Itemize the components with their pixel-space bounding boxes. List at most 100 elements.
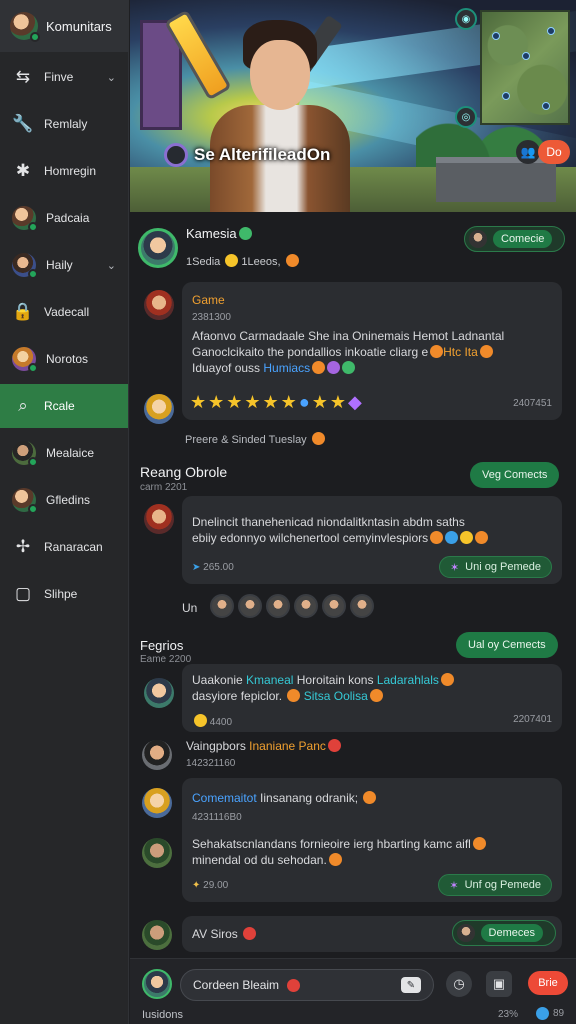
chat-feed: Kamesia 1Sedia 1Leeos, Comecie Game 2381… xyxy=(130,212,576,958)
last-avatar[interactable] xyxy=(142,920,172,950)
last-pill[interactable]: Demeces xyxy=(451,920,556,946)
nested-line1: Sehakatscnlandans fornieoire ierg hbarti… xyxy=(192,836,486,853)
game-card-line2: Ganoclcikaito the pondallios inkoatie cl… xyxy=(192,344,493,361)
post-card: Uaakonie Kmaneal Horoitain kons Ladarahl… xyxy=(182,664,562,732)
people-icon[interactable]: 👥 xyxy=(516,140,540,164)
user-avatar[interactable] xyxy=(10,12,40,42)
hero-face xyxy=(250,40,310,110)
sidebar-item-label: Gfledins xyxy=(46,493,91,507)
sidebar-item-gfledins[interactable]: Gfledins xyxy=(0,478,128,522)
reaction-avatar[interactable] xyxy=(238,594,262,618)
gif-icon[interactable]: ▣ xyxy=(486,971,512,997)
post-count: ➤ 265.00 xyxy=(192,562,234,573)
app-window: Komunitars ⇆ Finve ⌄ 🔧 Remlaly ✱ Homregin Padca… xyxy=(0,0,576,1024)
reaction-avatar[interactable] xyxy=(322,594,346,618)
post-avatar[interactable] xyxy=(144,504,174,534)
sidebar-item-rcale[interactable]: ⌕ Rcale xyxy=(0,384,128,428)
last-author[interactable]: AV Siros xyxy=(192,926,257,943)
game-card: Game 2381300 Afaonvo Carmadaale She ina … xyxy=(182,282,562,420)
sidebar-item-ranaracan[interactable]: ✢ Ranaracan xyxy=(0,525,128,569)
online-status-icon xyxy=(28,222,38,232)
minimap[interactable] xyxy=(480,10,570,125)
sidebar-item-homregin[interactable]: ✱ Homregin xyxy=(0,149,128,193)
nested-avatar-1[interactable] xyxy=(142,788,172,818)
post-author-sub: 1Sedia 1Leeos, xyxy=(186,254,299,268)
comments-pill[interactable]: Ual oy Cemects xyxy=(456,632,558,658)
sidebar-item-remlaly[interactable]: 🔧 Remlaly xyxy=(0,102,128,146)
reaction-avatars[interactable] xyxy=(210,594,374,618)
reply-author[interactable]: Vaingpbors Inaniane Panc xyxy=(186,738,341,755)
sidebar-item-norotos[interactable]: Norotos xyxy=(0,337,128,381)
sidebar-list: ⇆ Finve ⌄ 🔧 Remlaly ✱ Homregin Padcaia Haily ⌄ 🔒 Va… xyxy=(0,55,128,616)
nested-count: ✦ 29.00 xyxy=(192,880,229,891)
sidebar-item-label: Mealaice xyxy=(46,446,95,460)
sidebar: Komunitars ⇆ Finve ⌄ 🔧 Remlaly ✱ Homregin Padca… xyxy=(0,0,129,1024)
reaction-avatar[interactable] xyxy=(266,594,290,618)
star-rating[interactable]: ★★★★★★●★★◆ xyxy=(190,392,364,413)
game-card-line3: Iduayof ouss Humiacs xyxy=(192,360,356,377)
last-post: AV Siros Demeces xyxy=(182,916,562,952)
reaction-avatar[interactable] xyxy=(210,594,234,618)
post-line2: ebiiy edonnyo wilchenertool cemyinvlespi… xyxy=(192,530,489,547)
map-marker xyxy=(502,92,510,100)
sidebar-item-haily[interactable]: Haily ⌄ xyxy=(0,243,128,287)
reply-avatar[interactable] xyxy=(142,740,172,770)
reaction-avatar[interactable] xyxy=(294,594,318,618)
sidebar-item-label: Haily xyxy=(46,258,73,272)
chevron-down-icon[interactable]: ⌄ xyxy=(107,259,116,272)
sidebar-item-label: Ranaracan xyxy=(44,540,103,554)
send-button[interactable]: Brie xyxy=(528,971,568,995)
online-status-icon xyxy=(28,269,38,279)
banner-label-text: Se AlterifileadOn xyxy=(194,145,331,164)
sidebar-item-slihpe[interactable]: ▢ Slihpe xyxy=(0,572,128,616)
comment-pill[interactable]: Comecie xyxy=(464,226,566,252)
post-author-name[interactable]: Kamesia xyxy=(186,226,252,241)
section-sub: carm 2201 xyxy=(140,482,188,493)
attach-icon[interactable]: ✎ xyxy=(401,977,421,993)
map-marker xyxy=(547,27,555,35)
banner-red-button[interactable]: Do xyxy=(538,140,570,164)
message-input-value: Cordeen Bleaim xyxy=(193,978,280,992)
reaction-avatar[interactable] xyxy=(350,594,374,618)
post-avatar[interactable] xyxy=(144,678,174,708)
comments-pill[interactable]: Veg Comects xyxy=(470,462,560,488)
sidebar-item-vadecall[interactable]: 🔒 Vadecall xyxy=(0,290,128,334)
nested-line2: minendal od du sehodan. xyxy=(192,852,342,869)
section-title: Fegrios xyxy=(140,638,184,653)
composer-bottom-label: Iusidons xyxy=(142,1009,183,1021)
search-icon: ⌕ xyxy=(18,396,28,415)
message-composer: Cordeen Bleaim ✎ ◷ ▣ Brie Iusidons 23% 8… xyxy=(130,958,576,1024)
sidebar-item-mealaice[interactable]: Mealaice xyxy=(0,431,128,475)
square-icon: ▢ xyxy=(14,584,32,603)
post-count: 4400 xyxy=(192,714,232,728)
map-marker xyxy=(522,52,530,60)
avatar-icon xyxy=(12,253,38,279)
commenter-avatar[interactable] xyxy=(144,394,174,424)
emoji-icon[interactable] xyxy=(287,978,301,992)
bench-scenery xyxy=(436,157,556,202)
timer-icon[interactable]: ◷ xyxy=(446,971,472,997)
sidebar-item-label: Slihpe xyxy=(44,587,78,601)
banner-label[interactable]: Se AlterifileadOn xyxy=(164,140,330,170)
composer-avatar[interactable] xyxy=(142,969,172,999)
map-toggle-icon[interactable]: ◉ xyxy=(455,8,477,30)
sidebar-header[interactable]: Komunitars xyxy=(0,0,128,52)
sidebar-item-padcaia[interactable]: Padcaia xyxy=(0,196,128,240)
shuffle-icon: ⇆ xyxy=(15,67,31,86)
post-timestamp: 2207401 xyxy=(513,714,552,725)
game-card-avatar[interactable] xyxy=(144,290,174,320)
sidebar-item-finve[interactable]: ⇆ Finve ⌄ xyxy=(0,55,128,99)
react-button[interactable]: ✶ Unf og Pemede xyxy=(438,874,552,896)
section-sub: Eame 2200 xyxy=(140,654,192,665)
post-author-avatar[interactable] xyxy=(138,228,178,268)
nested-avatar-2[interactable] xyxy=(142,838,172,868)
wrench-icon: 🔧 xyxy=(12,114,34,133)
compass-icon[interactable]: ◎ xyxy=(455,106,477,128)
message-input[interactable]: Cordeen Bleaim ✎ xyxy=(180,969,434,1001)
game-card-footer: Preere & Sinded Tueslay xyxy=(185,432,325,446)
post-line2: dasyiore fepiclor. Sitsa Oolisa xyxy=(192,688,383,705)
chevron-down-icon[interactable]: ⌄ xyxy=(107,71,116,84)
avatar-icon xyxy=(12,347,38,373)
react-button[interactable]: ✶ Uni og Pemede xyxy=(438,556,552,578)
sidebar-item-label: Padcaia xyxy=(46,211,90,225)
